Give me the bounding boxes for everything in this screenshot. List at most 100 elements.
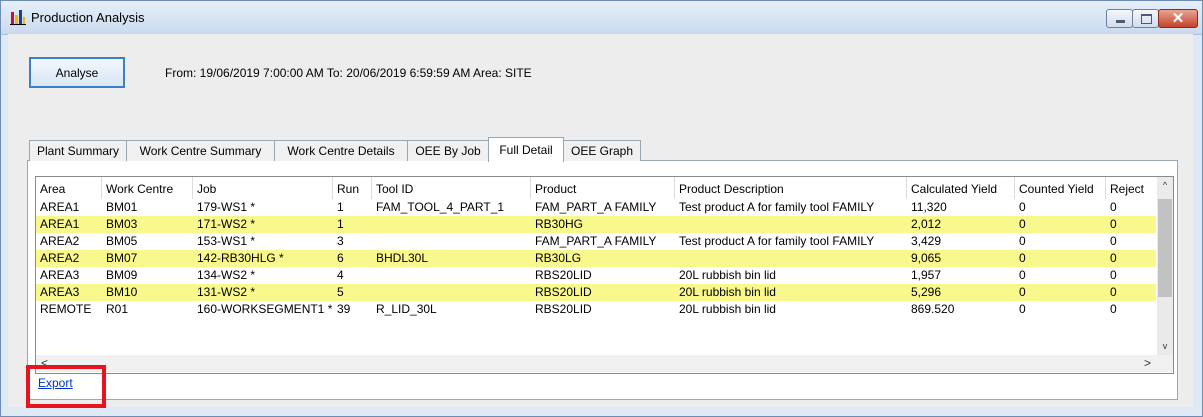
cell-product: FAM_PART_A FAMILY bbox=[535, 200, 657, 214]
cell-tool-id bbox=[372, 284, 531, 301]
cell-product: RB30LG bbox=[535, 251, 582, 265]
grid-header: Area Work Centre Job Run Tool ID Product… bbox=[36, 177, 1156, 199]
close-button[interactable]: ✕ bbox=[1158, 9, 1198, 28]
cell-product: RB30HG bbox=[535, 217, 584, 231]
cell-product-description: Test product A for family tool FAMILY bbox=[679, 234, 875, 248]
cell-run: 6 bbox=[337, 251, 344, 265]
vertical-scroll-thumb[interactable] bbox=[1158, 199, 1172, 297]
tab-oee-graph[interactable]: OEE Graph bbox=[563, 140, 641, 161]
cell-counted-yield: 0 bbox=[1019, 200, 1026, 214]
cell-work-centre: BM10 bbox=[106, 285, 138, 299]
bar-chart-app-icon bbox=[10, 10, 26, 25]
cell-run: 1 bbox=[337, 217, 344, 231]
analysis-range-text: From: 19/06/2019 7:00:00 AM To: 20/06/20… bbox=[165, 66, 532, 80]
vertical-scrollbar[interactable]: ^ v bbox=[1157, 177, 1173, 355]
cell-product-description: 20L rubbish bin lid bbox=[679, 268, 776, 282]
cell-job: 153-WS1 * bbox=[197, 234, 256, 248]
horizontal-scrollbar[interactable]: < > bbox=[36, 355, 1157, 372]
cell-tool-id bbox=[372, 216, 531, 233]
cell-reject: 0 bbox=[1110, 234, 1117, 248]
full-detail-grid[interactable]: Area Work Centre Job Run Tool ID Product… bbox=[35, 176, 1174, 374]
cell-job: 131-WS2 * bbox=[197, 285, 256, 299]
cell-calculated-yield: 3,429 bbox=[911, 234, 942, 248]
table-row[interactable]: AREA1 BM01 179-WS1 * 1 FAM_TOOL_4_PART_1… bbox=[36, 199, 1156, 216]
cell-reject: 0 bbox=[1110, 200, 1117, 214]
column-header-calculated-yield[interactable]: Calculated Yield bbox=[907, 177, 1015, 199]
scroll-down-arrow-icon[interactable]: v bbox=[1157, 338, 1173, 355]
column-header-area[interactable]: Area bbox=[36, 177, 102, 199]
cell-run: 3 bbox=[337, 234, 344, 248]
cell-run: 5 bbox=[337, 285, 344, 299]
column-header-product[interactable]: Product bbox=[531, 177, 675, 199]
cell-work-centre: BM07 bbox=[106, 251, 138, 265]
window-title: Production Analysis bbox=[31, 10, 145, 25]
cell-reject: 0 bbox=[1110, 302, 1117, 316]
cell-calculated-yield: 1,957 bbox=[911, 268, 942, 282]
maximize-button[interactable] bbox=[1132, 9, 1159, 28]
cell-counted-yield: 0 bbox=[1019, 302, 1026, 316]
title-bar[interactable]: Production Analysis ✕ bbox=[1, 1, 1202, 35]
tab-full-detail[interactable]: Full Detail bbox=[488, 137, 564, 162]
cell-tool-id bbox=[372, 233, 531, 250]
cell-calculated-yield: 9,065 bbox=[911, 251, 942, 265]
cell-job: 134-WS2 * bbox=[197, 268, 256, 282]
export-highlight-box bbox=[26, 365, 106, 408]
cell-run: 1 bbox=[337, 200, 344, 214]
cell-job: 160-WORKSEGMENT1 * bbox=[197, 302, 333, 316]
cell-job: 142-RB30HLG * bbox=[197, 251, 284, 265]
cell-work-centre: BM05 bbox=[106, 234, 138, 248]
cell-product-description: Test product A for family tool FAMILY bbox=[679, 200, 875, 214]
cell-counted-yield: 0 bbox=[1019, 234, 1026, 248]
cell-work-centre: R01 bbox=[106, 302, 129, 316]
column-header-run[interactable]: Run bbox=[333, 177, 372, 199]
cell-tool-id: FAM_TOOL_4_PART_1 bbox=[376, 200, 505, 214]
cell-area: AREA3 bbox=[40, 285, 80, 299]
minimize-button[interactable] bbox=[1106, 9, 1133, 28]
cell-work-centre: BM09 bbox=[106, 268, 138, 282]
cell-product-description bbox=[675, 250, 907, 267]
cell-product: RBS20LID bbox=[535, 285, 592, 299]
cell-calculated-yield: 5,296 bbox=[911, 285, 942, 299]
table-row[interactable]: AREA2 BM05 153-WS1 * 3 FAM_PART_A FAMILY… bbox=[36, 233, 1156, 250]
cell-calculated-yield: 11,320 bbox=[911, 200, 947, 214]
column-header-product-description[interactable]: Product Description bbox=[675, 177, 907, 199]
cell-area: AREA2 bbox=[40, 234, 80, 248]
cell-work-centre: BM03 bbox=[106, 217, 138, 231]
cell-product-description bbox=[675, 216, 907, 233]
cell-product: FAM_PART_A FAMILY bbox=[535, 234, 657, 248]
cell-product-description: 20L rubbish bin lid bbox=[679, 285, 776, 299]
table-row[interactable]: AREA2 BM07 142-RB30HLG * 6 BHDL30L RB30L… bbox=[36, 250, 1156, 267]
tab-oee-by-job[interactable]: OEE By Job bbox=[407, 140, 489, 161]
table-row[interactable]: AREA3 BM10 131-WS2 * 5 RBS20LID 20L rubb… bbox=[36, 284, 1156, 301]
column-header-counted-yield[interactable]: Counted Yield bbox=[1015, 177, 1106, 199]
table-row[interactable]: REMOTE R01 160-WORKSEGMENT1 * 39 R_LID_3… bbox=[36, 301, 1156, 318]
cell-tool-id: R_LID_30L bbox=[376, 302, 437, 316]
cell-calculated-yield: 2,012 bbox=[911, 217, 942, 231]
cell-job: 171-WS2 * bbox=[197, 217, 256, 231]
tab-work-centre-summary[interactable]: Work Centre Summary bbox=[126, 140, 275, 161]
cell-reject: 0 bbox=[1110, 268, 1117, 282]
cell-tool-id bbox=[372, 267, 531, 284]
tab-work-centre-details[interactable]: Work Centre Details bbox=[274, 140, 408, 161]
cell-run: 4 bbox=[337, 268, 344, 282]
cell-area: AREA2 bbox=[40, 251, 80, 265]
table-row[interactable]: AREA1 BM03 171-WS2 * 1 RB30HG 2,012 0 0 bbox=[36, 216, 1156, 233]
column-header-tool-id[interactable]: Tool ID bbox=[372, 177, 531, 199]
cell-area: AREA1 bbox=[40, 217, 80, 231]
table-row[interactable]: AREA3 BM09 134-WS2 * 4 RBS20LID 20L rubb… bbox=[36, 267, 1156, 284]
analyse-button[interactable]: Analyse bbox=[29, 57, 125, 88]
column-header-work-centre[interactable]: Work Centre bbox=[102, 177, 193, 199]
tab-plant-summary[interactable]: Plant Summary bbox=[29, 140, 127, 161]
cell-counted-yield: 0 bbox=[1019, 217, 1026, 231]
minimize-icon bbox=[1116, 20, 1125, 23]
cell-reject: 0 bbox=[1110, 285, 1117, 299]
column-header-job[interactable]: Job bbox=[193, 177, 333, 199]
scroll-right-arrow-icon[interactable]: > bbox=[1139, 355, 1156, 372]
close-icon: ✕ bbox=[1171, 10, 1185, 27]
cell-calculated-yield: 869.520 bbox=[911, 302, 955, 316]
scrollbar-corner bbox=[1157, 355, 1173, 372]
cell-product: RBS20LID bbox=[535, 268, 592, 282]
cell-product-description: 20L rubbish bin lid bbox=[679, 302, 776, 316]
scroll-up-arrow-icon[interactable]: ^ bbox=[1157, 177, 1173, 194]
column-header-reject[interactable]: Reject bbox=[1106, 177, 1156, 199]
